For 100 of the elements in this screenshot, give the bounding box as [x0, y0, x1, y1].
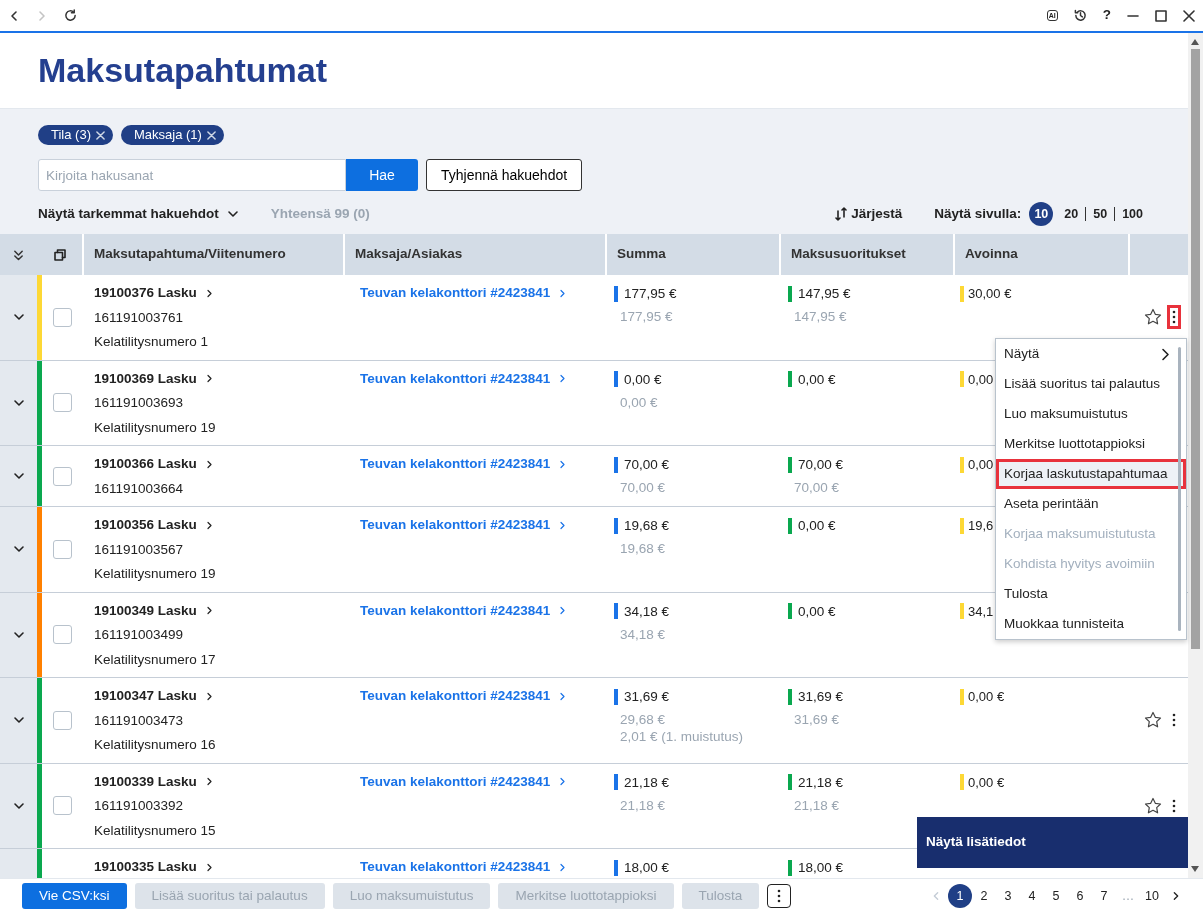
customer-link[interactable]: Teuvan kelakonttori #2423841: [360, 281, 568, 306]
action-button[interactable]: Vie CSV:ksi: [22, 883, 127, 909]
invoice-link[interactable]: 19100376 Lasku: [94, 281, 214, 306]
page-button[interactable]: 4: [1020, 884, 1044, 908]
amount-value: 0,00: [968, 370, 994, 389]
amount-detail: 31,69 €: [794, 711, 841, 728]
invoice-link[interactable]: 19100347 Lasku: [94, 684, 214, 709]
menu-item[interactable]: Lisää suoritus tai palautus: [996, 369, 1186, 399]
customer-link[interactable]: Teuvan kelakonttori #2423841: [360, 855, 568, 878]
per-page-label: Näytä sivulla:: [934, 204, 1022, 223]
page-button[interactable]: 10: [1140, 884, 1164, 908]
page-button[interactable]: 1: [948, 884, 972, 908]
details-popup[interactable]: Näytä lisätiedot: [917, 817, 1188, 868]
settlement-number: Kelatilitysnumero 15: [94, 821, 217, 840]
customer-link[interactable]: Teuvan kelakonttori #2423841: [360, 513, 568, 538]
page-button[interactable]: 6: [1068, 884, 1092, 908]
amount-value: 0,00 €: [968, 688, 1005, 706]
customer-link[interactable]: Teuvan kelakonttori #2423841: [360, 452, 568, 477]
total-count: Yhteensä 99 (0): [270, 204, 370, 223]
amount-detail: 19,68 €: [620, 540, 667, 557]
page-button[interactable]: 3: [996, 884, 1020, 908]
settlement-number: Kelatilitysnumero 1: [94, 333, 210, 351]
menu-item: Korjaa maksumuistutusta: [996, 519, 1186, 549]
menu-item[interactable]: Muokkaa tunnisteita: [996, 609, 1186, 639]
action-button: Luo maksumuistutus: [332, 883, 491, 909]
amount-detail: 2,01 € (1. muistutus): [620, 728, 745, 745]
page-title: Maksutapahtumat: [38, 50, 328, 91]
reference-number: 161191003664: [94, 479, 185, 498]
menu-item[interactable]: Korjaa laskutustapahtumaa: [996, 459, 1186, 489]
column-header: Maksusuoritukset: [791, 245, 906, 264]
amount-detail: 70,00 €: [794, 479, 841, 496]
amount-value: 0,00: [968, 456, 994, 474]
action-button: Merkitse luottotappioksi: [498, 883, 674, 909]
amount-value: 18,00 €: [624, 859, 670, 877]
amount-value: 34,1: [968, 602, 994, 621]
amount-value: 0,00 €: [798, 602, 836, 621]
amount-value: 19,68 €: [624, 517, 670, 535]
column-header: Avoinna: [965, 245, 1018, 264]
amount-value: 147,95 €: [798, 285, 851, 303]
menu-item[interactable]: Merkitse luottotappioksi: [996, 429, 1186, 459]
amount-value: 34,18 €: [624, 602, 670, 621]
amount-detail: 21,18 €: [794, 796, 841, 814]
amount-value: 70,00 €: [798, 456, 844, 474]
per-page-option[interactable]: 10: [1029, 202, 1054, 226]
reference-number: 161191003567: [94, 540, 185, 559]
customer-link[interactable]: Teuvan kelakonttori #2423841: [360, 598, 568, 623]
invoice-link[interactable]: 19100366 Lasku: [94, 452, 214, 477]
page-button[interactable]: 5: [1044, 884, 1068, 908]
invoice-link[interactable]: 19100356 Lasku: [94, 513, 214, 538]
amount-value: 21,18 €: [624, 773, 670, 792]
amount-detail: 177,95 €: [620, 308, 674, 325]
amount-value: 0,00 €: [798, 517, 836, 535]
page-button[interactable]: 7: [1092, 884, 1116, 908]
invoice-link[interactable]: 19100369 Lasku: [94, 366, 214, 391]
menu-item[interactable]: Luo maksumuistutus: [996, 399, 1186, 429]
invoice-link[interactable]: 19100339 Lasku: [94, 769, 214, 794]
filter-chip[interactable]: Tila (3): [38, 125, 113, 145]
column-header: Summa: [617, 245, 666, 264]
column-header: Maksutapahtuma/Viitenumero: [94, 245, 286, 264]
per-page-option[interactable]: 50: [1085, 207, 1115, 221]
amount-value: 18,00 €: [798, 859, 844, 877]
amount-detail: 34,18 €: [620, 625, 667, 643]
clear-button[interactable]: Tyhjennä hakuehdot: [426, 159, 583, 191]
menu-item: Kohdista hyvitys avoimiin: [996, 549, 1186, 579]
page-button[interactable]: 2: [972, 884, 996, 908]
customer-link[interactable]: Teuvan kelakonttori #2423841: [360, 769, 568, 794]
customer-link[interactable]: Teuvan kelakonttori #2423841: [360, 366, 568, 391]
action-button: Lisää suoritus tai palautus: [134, 883, 325, 909]
invoice-link[interactable]: 19100335 Lasku: [94, 855, 214, 878]
amount-detail: 0,00 €: [620, 393, 659, 411]
sort-button[interactable]: Järjestä: [835, 203, 903, 225]
action-button: Tulosta: [681, 883, 760, 909]
settlement-number: Kelatilitysnumero 17: [94, 650, 217, 669]
amount-detail: 29,68 €: [620, 711, 667, 728]
customer-link[interactable]: Teuvan kelakonttori #2423841: [360, 684, 568, 709]
amount-value: 30,00 €: [968, 285, 1012, 303]
advanced-search-toggle[interactable]: Näytä tarkemmat hakuehdot: [38, 203, 239, 225]
amount-value: 31,69 €: [624, 688, 670, 706]
amount-value: 177,95 €: [624, 285, 677, 303]
settlement-number: Kelatilitysnumero 19: [94, 565, 217, 583]
amount-value: 0,00 €: [624, 370, 662, 389]
amount-value: 19,6: [968, 517, 994, 535]
menu-item[interactable]: Näytä: [996, 339, 1186, 369]
settlement-number: Kelatilitysnumero 19: [94, 418, 217, 437]
reference-number: 161191003499: [94, 626, 185, 644]
invoice-link[interactable]: 19100349 Lasku: [94, 598, 214, 623]
per-page-option[interactable]: 100: [1114, 207, 1150, 221]
menu-item[interactable]: Tulosta: [996, 579, 1186, 609]
per-page-option[interactable]: 20: [1057, 207, 1086, 221]
settlement-number: Kelatilitysnumero 16: [94, 736, 217, 754]
menu-item[interactable]: Aseta perintään: [996, 489, 1186, 519]
reference-number: 161191003392: [94, 797, 185, 815]
amount-value: 70,00 €: [624, 456, 670, 474]
reference-number: 161191003473: [94, 711, 185, 730]
filter-chip[interactable]: Maksaja (1): [120, 125, 224, 145]
search-field[interactable]: Kirjoita hakusanat: [38, 159, 346, 191]
search-button[interactable]: Hae: [346, 159, 418, 191]
amount-detail: 147,95 €: [794, 308, 848, 325]
column-header: Maksaja/Asiakas: [355, 245, 463, 264]
help-button[interactable]: ?: [1102, 5, 1111, 26]
